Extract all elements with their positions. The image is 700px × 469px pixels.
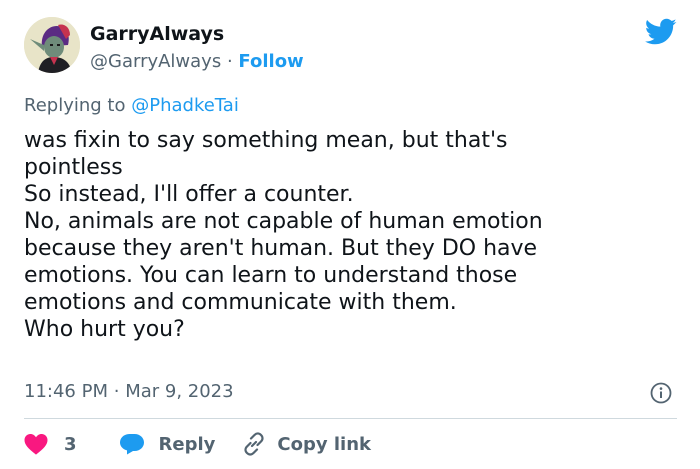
action-bar: 3 Reply Copy link xyxy=(24,430,371,458)
tweet-line: Who hurt you? xyxy=(24,317,185,342)
replying-prefix: Replying to xyxy=(24,95,126,116)
avatar-image xyxy=(24,17,80,73)
avatar[interactable] xyxy=(24,17,80,73)
reply-button[interactable]: Reply xyxy=(119,433,216,455)
copy-link-button[interactable]: Copy link xyxy=(241,432,371,456)
heart-icon xyxy=(24,434,48,455)
tweet-text: was fixin to say something mean, but tha… xyxy=(24,127,664,343)
tweet-time: 11:46 PM xyxy=(24,381,108,402)
twitter-bird-icon[interactable] xyxy=(645,18,677,46)
tweet-line: No, animals are not capable of human emo… xyxy=(24,209,543,234)
like-count: 3 xyxy=(64,433,77,455)
tweet-line: So instead, I'll offer a counter. xyxy=(24,182,354,207)
reply-bubble-icon xyxy=(119,434,144,455)
user-handle[interactable]: @GarryAlways xyxy=(90,51,221,72)
like-button[interactable]: 3 xyxy=(24,433,77,455)
tweet-line: emotions and communicate with them. xyxy=(24,290,457,315)
timestamp-separator: · xyxy=(113,381,120,402)
handle-separator: · xyxy=(226,51,233,72)
tweet-line: emotions. You can learn to understand th… xyxy=(24,263,518,288)
reply-mention[interactable]: @PhadkeTai xyxy=(131,95,239,116)
tweet-line: because they aren't human. But they DO h… xyxy=(24,236,538,261)
follow-button[interactable]: Follow xyxy=(238,51,303,72)
link-icon xyxy=(244,432,264,456)
info-icon[interactable] xyxy=(650,382,672,404)
tweet-timestamp[interactable]: 11:46 PM · Mar 9, 2023 xyxy=(24,380,234,404)
display-name[interactable]: GarryAlways xyxy=(90,22,224,46)
tweet-date: Mar 9, 2023 xyxy=(125,381,234,402)
tweet-line: pointless xyxy=(24,155,123,180)
divider xyxy=(24,418,677,419)
reply-label: Reply xyxy=(158,433,216,455)
replying-to: Replying to @PhadkeTai xyxy=(24,94,239,118)
tweet-line: was fixin to say something mean, but tha… xyxy=(24,128,508,153)
handle-row: @GarryAlways · Follow xyxy=(90,50,304,74)
copy-link-label: Copy link xyxy=(277,433,371,455)
